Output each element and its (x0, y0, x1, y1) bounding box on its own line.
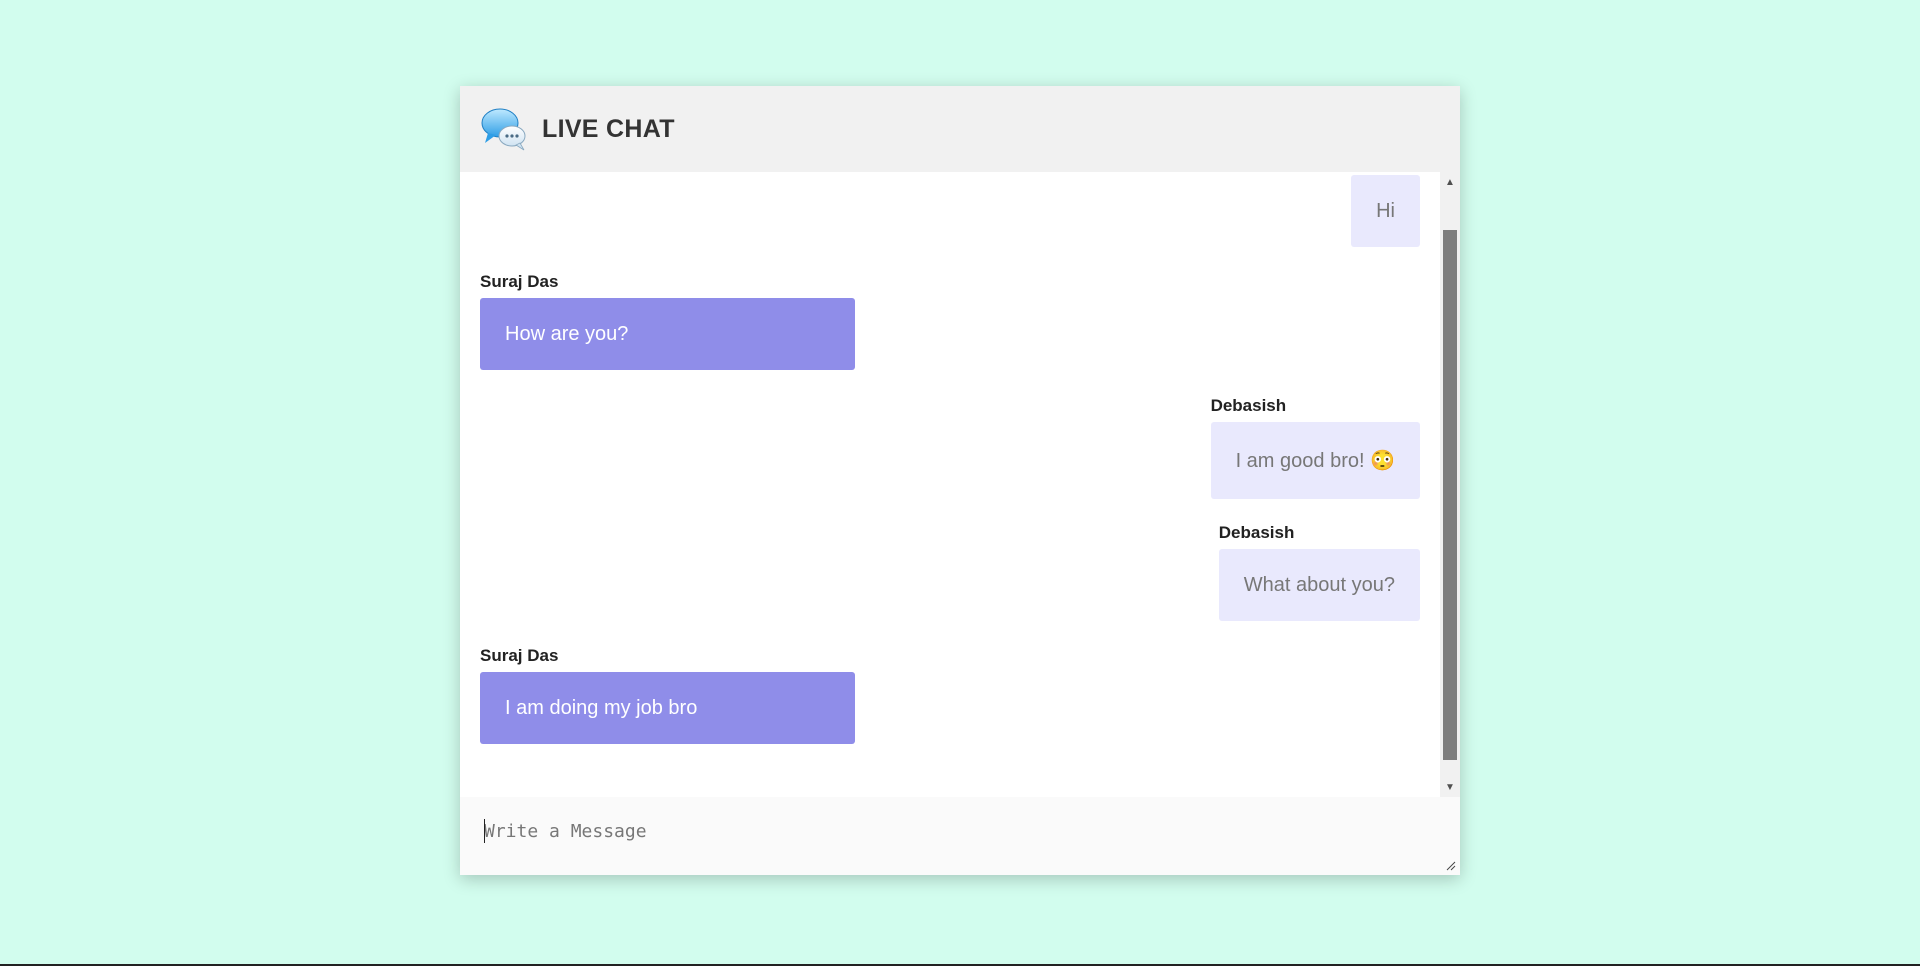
message-bubble: I am good bro! 😳 (1210, 422, 1420, 499)
message-area[interactable]: Hi Suraj Das How are you? Debasish I am … (460, 172, 1460, 797)
message-sender: Debasish (1210, 396, 1287, 415)
message-item: Hi (1351, 175, 1420, 247)
chat-window: LIVE CHAT Hi Suraj Das How are you? Deba… (460, 86, 1460, 875)
message-sender: Debasish (1218, 523, 1295, 542)
message-item: Debasish What about you? (1218, 523, 1420, 621)
message-bubble: What about you? (1218, 549, 1420, 621)
message-composer (460, 797, 1460, 875)
message-bubble: Hi (1351, 175, 1420, 247)
message-sender: Suraj Das (480, 272, 559, 291)
message-item: Suraj Das I am doing my job bro (480, 646, 855, 744)
message-scrollbar[interactable]: ▲ ▼ (1440, 172, 1460, 797)
text-caret (484, 819, 485, 843)
chat-bubbles-icon (481, 108, 526, 151)
message-bubble: How are you? (480, 298, 855, 370)
message-item: Suraj Das How are you? (480, 272, 855, 370)
message-item: Debasish I am good bro! 😳 (1210, 396, 1420, 499)
resize-grip-icon[interactable] (1446, 861, 1456, 871)
message-sender: Suraj Das (480, 646, 559, 665)
page: LIVE CHAT Hi Suraj Das How are you? Deba… (0, 0, 1920, 966)
scroll-up-arrow-icon[interactable]: ▲ (1440, 172, 1460, 192)
chat-title: LIVE CHAT (542, 114, 675, 143)
scroll-thumb[interactable] (1443, 230, 1457, 760)
message-bubble: I am doing my job bro (480, 672, 855, 744)
chat-header: LIVE CHAT (460, 86, 1460, 172)
scroll-down-arrow-icon[interactable]: ▼ (1440, 777, 1460, 797)
message-input[interactable] (460, 797, 1460, 875)
message-list: Hi Suraj Das How are you? Debasish I am … (460, 172, 1440, 797)
